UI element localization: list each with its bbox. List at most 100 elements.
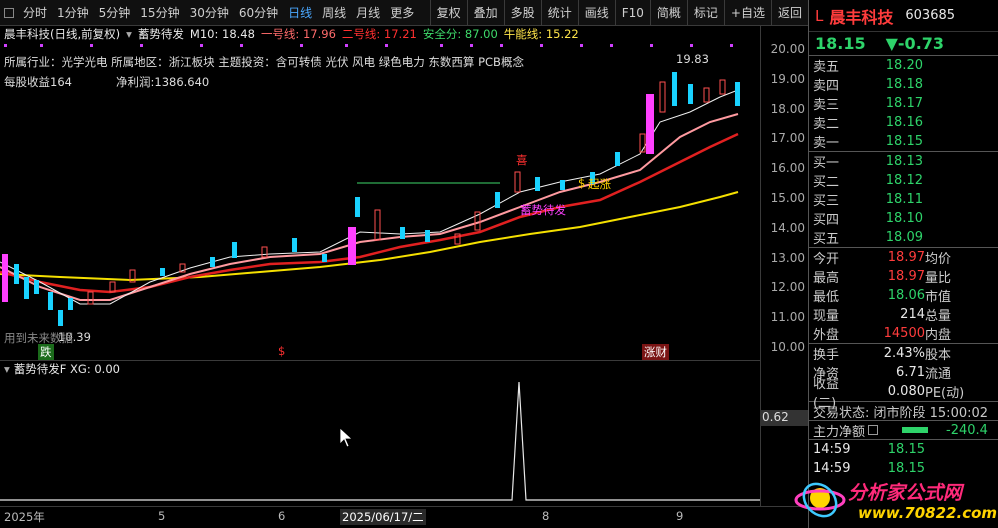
site-watermark: 分析家公式网 www.70822.com — [792, 472, 997, 526]
price-axis: 20.00 19.00 18.00 17.00 16.00 15.00 14.00 13.00… — [760, 26, 808, 506]
quote-row: 今开 18.97 均价 — [809, 248, 998, 267]
toolbar-action-button[interactable]: 统计 — [540, 0, 578, 25]
quote-row: 卖一 18.15 — [809, 132, 998, 151]
eps-info: 每股收益164 — [4, 75, 72, 89]
quote-row: 收益(二) 0.080 PE(动) — [809, 377, 998, 411]
signal-dots — [4, 44, 733, 47]
sub-indicator-title: ▾ 蓄势待发F XG: 0.00 — [0, 360, 760, 376]
stat-label-2: 总量 — [925, 309, 952, 324]
m10-value: M10: 18.48 — [189, 27, 255, 41]
ask-price: 18.17 — [885, 96, 923, 111]
stat-label: 最低 — [813, 290, 840, 305]
formula-name[interactable]: 蓄势待发 — [138, 26, 184, 42]
price-tick: 10.00 — [770, 340, 805, 354]
rise-tag: 起涨 — [588, 177, 611, 191]
stat-value: 6.71 — [896, 365, 925, 380]
kline-chart[interactable]: 所属行业：光学光电 所属地区：浙江板块 主题投资：含可转债 光伏 风电 绿色电力… — [0, 42, 760, 360]
stat-value: 18.97 — [887, 269, 925, 284]
period-tab[interactable]: 更多 — [385, 0, 419, 26]
quote-row: 卖三 18.17 — [809, 94, 998, 113]
ask-price: 18.18 — [885, 77, 923, 92]
safety-score: 安全分: 87.00 — [422, 27, 498, 41]
stock-name[interactable]: 晨丰科技 — [829, 4, 893, 28]
mouse-cursor-icon — [339, 427, 354, 448]
toolbar-action-button[interactable]: +自选 — [723, 0, 771, 25]
quote-row: 买五 18.09 — [809, 228, 998, 247]
stat-label: 最高 — [813, 271, 840, 286]
quote-row: 最高 18.97 量比 — [809, 267, 998, 286]
quote-row: 卖四 18.18 — [809, 75, 998, 94]
period-tab[interactable]: 周线 — [317, 0, 351, 26]
stat-label: 换手 — [813, 348, 840, 363]
toolbar-action-button[interactable]: F10 — [614, 0, 650, 25]
trade-status: 交易状态: 闭市阶段 15:00:02 — [809, 401, 998, 421]
line1-value: 一号线: 17.96 — [260, 27, 336, 41]
price-tick: 20.00 — [770, 42, 805, 56]
money-tag: $ — [578, 176, 586, 190]
toolbar-action-button[interactable]: 画线 — [577, 0, 615, 25]
collapse-icon[interactable]: ▾ — [4, 362, 10, 376]
menu-square-icon[interactable] — [4, 7, 14, 18]
main-flow-row: 主力净额 -240.4 — [809, 420, 998, 440]
period-tab[interactable]: 15分钟 — [135, 0, 184, 26]
ask-level-label: 卖二 — [813, 117, 840, 132]
last-price: 18.15 — [815, 34, 866, 53]
toolbar-action-button[interactable]: 标记 — [686, 0, 724, 25]
period-tab[interactable]: 30分钟 — [185, 0, 234, 26]
quote-row: 买四 18.10 — [809, 209, 998, 228]
quote-panel: L 晨丰科技 603685 18.15 ▼-0.73 卖五 18.20 卖四 18.1… — [808, 0, 998, 528]
stat-label-2: PE(动) — [925, 386, 965, 401]
line2 — [0, 132, 739, 294]
sub-axis-value: 0.62 — [760, 410, 808, 426]
toolbar-action-button[interactable]: 叠加 — [466, 0, 504, 25]
stat-label-2: 股本 — [925, 348, 952, 363]
xi-tag: 喜 — [516, 153, 528, 167]
toolbar-action-button[interactable]: 复权 — [429, 0, 467, 25]
bid-price: 18.12 — [885, 173, 923, 188]
bid-level-label: 买二 — [813, 175, 840, 190]
ask-level-label: 卖三 — [813, 98, 840, 113]
line1 — [0, 113, 739, 301]
buy-tag: 蓄势待发 — [520, 203, 566, 217]
period-tab[interactable]: 1分钟 — [52, 0, 94, 26]
period-tab[interactable]: 分时 — [18, 0, 52, 26]
tick-time: 14:59 — [813, 442, 851, 457]
period-tab[interactable]: 60分钟 — [234, 0, 283, 26]
quote-row: 外盘 14500 内盘 — [809, 324, 998, 343]
bid-price: 18.11 — [885, 192, 923, 207]
bid-price: 18.13 — [885, 154, 923, 169]
price-change: ▼-0.73 — [885, 34, 945, 53]
profit-info: 净利润:1386.640 — [116, 75, 210, 89]
price-tick: 14.00 — [770, 220, 805, 235]
stat-label: 外盘 — [813, 328, 840, 343]
toolbar-action-button[interactable]: 多股 — [503, 0, 541, 25]
bid-level-label: 买一 — [813, 156, 840, 171]
toolbar-action-button[interactable]: 返回 — [770, 0, 808, 25]
bull-line-value: 牛能线: 15.22 — [503, 27, 579, 41]
bid-price: 18.09 — [885, 230, 923, 245]
bottom-tag-rise: 涨财 — [642, 344, 669, 360]
period-tab[interactable]: 日线 — [283, 0, 317, 26]
toolbar-action-button[interactable]: 简概 — [649, 0, 687, 25]
bid-level-label: 买五 — [813, 232, 840, 247]
quote-row: 现量 214 总量 — [809, 305, 998, 324]
table-icon[interactable] — [868, 425, 879, 435]
sub-indicator-chart[interactable] — [0, 376, 760, 504]
period-tab[interactable]: 月线 — [351, 0, 385, 26]
stat-value: 2.43% — [883, 346, 925, 361]
stat-label-2: 内盘 — [925, 328, 952, 343]
time-axis: 2025年 5 6 2025/06/17/二 8 9 — [0, 506, 808, 528]
tick-price: 18.15 — [887, 442, 925, 457]
bottom-tag-money: $ — [278, 344, 286, 358]
stat-value: 0.080 — [887, 384, 925, 399]
period-tab[interactable]: 5分钟 — [94, 0, 136, 26]
market-tag: L — [815, 6, 824, 25]
stat-label-2: 量比 — [925, 271, 952, 286]
collapse-icon[interactable]: ▾ — [126, 27, 132, 41]
quote-row: 换手 2.43% 股本 — [809, 344, 998, 363]
flow-bar — [902, 427, 929, 433]
price-tick: 12.00 — [770, 280, 805, 295]
price-tick: 15.00 — [770, 191, 805, 205]
quote-row: 买三 18.11 — [809, 190, 998, 209]
quote-header: L 晨丰科技 603685 — [809, 0, 998, 32]
